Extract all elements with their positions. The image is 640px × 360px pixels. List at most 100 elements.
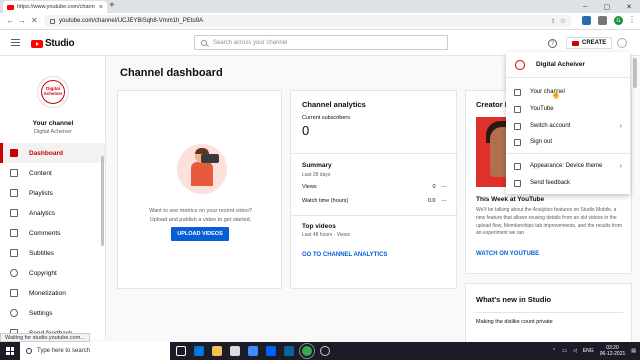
account-avatar[interactable]: [617, 38, 627, 48]
browser-profile-avatar[interactable]: G: [614, 16, 623, 25]
maximize-button[interactable]: ▢: [596, 0, 618, 13]
sidebar-item-monetization[interactable]: Monetization: [0, 283, 105, 303]
camera-person-illustration: [177, 144, 227, 194]
subtitles-icon: [10, 249, 18, 257]
vscode-icon[interactable]: [284, 346, 294, 356]
create-button[interactable]: CREATE: [566, 37, 613, 49]
close-tab-icon[interactable]: ×: [99, 4, 103, 11]
search-icon: [26, 348, 32, 354]
menu-item-sign-out[interactable]: Sign out: [506, 134, 630, 150]
back-arrow-icon[interactable]: ←: [6, 16, 14, 25]
extensions-puzzle-icon[interactable]: [598, 16, 607, 25]
upload-videos-button[interactable]: UPLOAD VIDEOS: [171, 227, 229, 241]
news-item[interactable]: Making the dislike count private: [476, 319, 553, 325]
new-tab-button[interactable]: +: [109, 0, 115, 11]
network-icon[interactable]: ▭: [562, 348, 567, 354]
menu-item-switch-account[interactable]: Switch account ›: [506, 118, 630, 134]
dollar-icon: [10, 289, 18, 297]
metric-row-views: Views 0 —: [302, 184, 447, 190]
store-icon[interactable]: [230, 346, 240, 356]
taskbar-search-input[interactable]: Type here to search: [20, 342, 170, 360]
chevron-right-icon: ›: [619, 162, 622, 170]
sidebar-item-settings[interactable]: Settings: [0, 303, 105, 323]
divider: [291, 215, 458, 216]
metric-row-watch-time: Watch time (hours) 0.0 —: [302, 198, 447, 204]
upload-message: Want to see metrics on your recent video…: [118, 207, 283, 225]
dropbox-icon[interactable]: [266, 346, 276, 356]
playlists-icon: [10, 189, 18, 197]
sidebar: Digital Acheiver Your channel Digital Ac…: [0, 56, 106, 339]
windows-start-button[interactable]: [0, 342, 20, 360]
metric-label: Views: [302, 184, 317, 190]
app-icon[interactable]: [320, 346, 330, 356]
language-indicator[interactable]: ENG: [583, 348, 594, 354]
search-input[interactable]: Search across your channel: [194, 35, 448, 50]
metric-value: 0.0: [427, 198, 436, 204]
avatar-line-2: Acheiver: [43, 91, 63, 96]
search-placeholder: Search across your channel: [213, 39, 288, 46]
browser-menu-icon[interactable]: ⋮: [628, 15, 636, 24]
minimize-button[interactable]: –: [574, 0, 596, 13]
upload-video-card: Want to see metrics on your recent video…: [117, 90, 282, 289]
notifications-icon[interactable]: ▤: [631, 348, 636, 354]
sidebar-item-label: Playlists: [29, 189, 53, 197]
tray-chevron-icon[interactable]: ⌃: [552, 348, 556, 354]
file-explorer-icon[interactable]: [212, 346, 222, 356]
taskbar-apps: [176, 343, 330, 359]
bookmark-star-icon[interactable]: ☆: [560, 17, 566, 25]
go-to-channel-analytics-link[interactable]: GO TO CHANNEL ANALYTICS: [302, 252, 387, 258]
menu-item-youtube[interactable]: YouTube: [506, 101, 630, 117]
task-view-icon[interactable]: [176, 346, 186, 356]
hamburger-menu-icon[interactable]: [11, 39, 20, 46]
sidebar-item-dashboard[interactable]: Dashboard: [0, 143, 105, 163]
tab-title: https://www.youtube.com/chann: [17, 4, 95, 10]
sidebar-item-label: Dashboard: [29, 149, 63, 157]
sidebar-item-subtitles[interactable]: Subtitles: [0, 243, 105, 263]
edge-icon[interactable]: [194, 346, 204, 356]
share-icon[interactable]: ⇪: [551, 18, 556, 25]
chevron-right-icon: ›: [619, 122, 622, 130]
account-name: Digital Acheiver: [536, 61, 585, 68]
clock[interactable]: 03:20 06-12-2021: [600, 345, 626, 358]
sidebar-item-comments[interactable]: Comments: [0, 223, 105, 243]
url-field[interactable]: youtube.com/channel/UCJEYBiSqh8-Vmm1h_PE…: [44, 15, 572, 27]
taskbar: Type here to search ⌃ ▭ ◁ ENG 03:20 06-1…: [0, 342, 640, 360]
studio-logo[interactable]: Studio: [31, 38, 75, 49]
menu-item-your-channel[interactable]: Your channel: [506, 84, 630, 100]
menu-item-label: YouTube: [530, 106, 554, 112]
page-scrollbar[interactable]: [633, 58, 637, 88]
browser-tab[interactable]: https://www.youtube.com/chann ×: [3, 1, 107, 13]
sidebar-item-label: Settings: [29, 309, 53, 317]
youtube-play-icon: [31, 39, 43, 48]
top-videos-title: Top videos: [302, 223, 336, 230]
sidebar-item-copyright[interactable]: Copyright: [0, 263, 105, 283]
metric-delta: —: [441, 184, 448, 190]
loading-status: Waiting for studio.youtube.com...: [0, 333, 90, 342]
whats-new-card: What's new in Studio Making the dislike …: [465, 283, 632, 343]
menu-item-label: Switch account: [530, 123, 571, 129]
metric-value: 0: [432, 184, 436, 190]
watch-on-youtube-link[interactable]: WATCH ON YOUTUBE: [476, 251, 539, 257]
lock-icon[interactable]: [50, 18, 55, 24]
mail-icon[interactable]: [248, 346, 258, 356]
forward-arrow-icon[interactable]: →: [18, 16, 26, 25]
menu-item-send-feedback[interactable]: Send feedback: [506, 175, 630, 191]
chrome-icon[interactable]: [299, 343, 315, 359]
sidebar-item-playlists[interactable]: Playlists: [0, 183, 105, 203]
volume-icon[interactable]: ◁: [573, 348, 577, 354]
menu-item-label: Send feedback: [530, 180, 571, 186]
sidebar-item-analytics[interactable]: Analytics: [0, 203, 105, 223]
search-icon: [201, 39, 207, 46]
help-icon[interactable]: ?: [548, 39, 557, 48]
stop-loading-icon[interactable]: ✕: [31, 16, 38, 25]
sidebar-item-content[interactable]: Content: [0, 163, 105, 183]
menu-item-appearance[interactable]: Appearance: Device theme ›: [506, 158, 630, 174]
close-window-button[interactable]: ✕: [618, 0, 640, 13]
sidebar-item-label: Copyright: [29, 269, 57, 277]
sidebar-nav: Dashboard Content Playlists Analytics Co…: [0, 143, 105, 339]
mouse-cursor-icon: ☝: [551, 90, 561, 99]
channel-avatar[interactable]: Digital Acheiver: [37, 76, 69, 108]
extension-icon[interactable]: [582, 16, 591, 25]
sidebar-scrollbar[interactable]: [101, 156, 104, 246]
channel-analytics-card: Channel analytics Current subscribers 0 …: [290, 90, 458, 289]
